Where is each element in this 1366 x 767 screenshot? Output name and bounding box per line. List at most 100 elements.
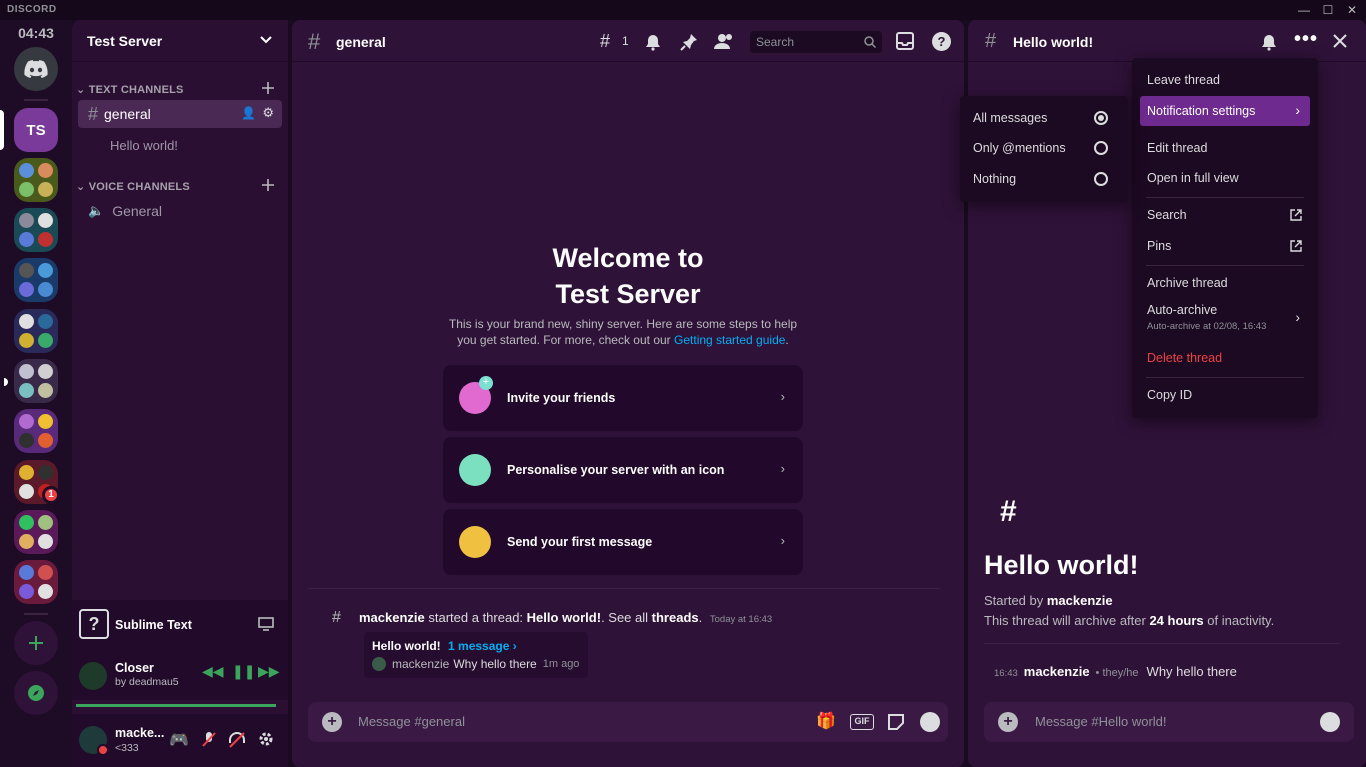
- add-voice-channel-icon[interactable]: [262, 179, 274, 191]
- bell-icon[interactable]: [1260, 33, 1278, 51]
- server-test-server[interactable]: TS: [14, 108, 58, 152]
- gift-icon[interactable]: 🎁: [816, 711, 836, 731]
- category-text-channels[interactable]: ⌄ TEXT CHANNELS: [76, 83, 184, 96]
- maximize-button[interactable]: ☐: [1320, 2, 1336, 18]
- channel-label: general: [104, 106, 151, 122]
- chevron-right-icon: ›: [780, 389, 785, 404]
- notif-all-messages[interactable]: All messages: [966, 103, 1122, 133]
- pin-icon[interactable]: [680, 33, 698, 51]
- voice-channel-general[interactable]: 🔈 General: [78, 197, 282, 225]
- attach-plus-icon[interactable]: +: [998, 712, 1018, 732]
- search-placeholder: Search: [756, 35, 795, 49]
- first-message-card[interactable]: Send your first message ›: [443, 509, 803, 575]
- chevron-right-icon: ›: [1295, 102, 1300, 118]
- getting-started-link[interactable]: Getting started guide: [674, 333, 785, 347]
- chevron-right-icon: ›: [1295, 309, 1300, 325]
- notif-only-mentions[interactable]: Only @mentions: [966, 133, 1122, 163]
- close-icon[interactable]: [1333, 34, 1347, 48]
- channel-general[interactable]: # general 👤 ⚙: [78, 100, 282, 128]
- server-folder-1[interactable]: [14, 158, 58, 202]
- menu-pins[interactable]: Pins: [1140, 231, 1310, 261]
- personalise-server-card[interactable]: Personalise your server with an icon ›: [443, 437, 803, 503]
- threads-icon[interactable]: #: [600, 31, 610, 52]
- home-button[interactable]: [14, 47, 58, 91]
- category-label: TEXT CHANNELS: [88, 84, 184, 96]
- menu-delete-thread[interactable]: Delete thread: [1140, 343, 1310, 373]
- server-folder-8[interactable]: [14, 510, 58, 554]
- thread-hello-world[interactable]: Hello world!: [78, 131, 282, 159]
- more-options-icon[interactable]: •••: [1294, 28, 1318, 51]
- minimize-button[interactable]: —: [1296, 2, 1312, 18]
- auto-archive-subtext: Auto-archive at 02/08, 16:43: [1147, 321, 1267, 332]
- thread-icon: #: [332, 609, 341, 626]
- settings-gear-icon[interactable]: [258, 731, 274, 747]
- menu-leave-thread[interactable]: Leave thread: [1140, 65, 1310, 95]
- welcome-title-line2: Test Server: [555, 279, 701, 309]
- started-by-user[interactable]: mackenzie: [1047, 593, 1113, 608]
- emoji-icon[interactable]: [920, 712, 940, 732]
- headphones-muted-icon[interactable]: [228, 731, 246, 749]
- help-icon[interactable]: ?: [932, 32, 951, 51]
- menu-search[interactable]: Search: [1140, 200, 1310, 230]
- add-server-button[interactable]: [14, 621, 58, 665]
- search-box[interactable]: Search: [750, 31, 882, 53]
- chat-area: # general # 1 Search ? Welcome to Test S…: [292, 20, 964, 767]
- sys-username[interactable]: mackenzie: [359, 610, 425, 625]
- see-all-threads-link[interactable]: threads: [652, 610, 699, 625]
- server-folder-3[interactable]: [14, 258, 58, 302]
- server-folder-9[interactable]: [14, 560, 58, 604]
- welcome-period: .: [785, 333, 789, 347]
- custom-status: <333: [115, 742, 139, 754]
- mic-muted-icon[interactable]: [201, 731, 217, 749]
- menu-copy-id[interactable]: Copy ID: [1140, 380, 1310, 410]
- category-label: VOICE CHANNELS: [88, 181, 190, 193]
- mention-badge: 1: [42, 486, 60, 504]
- server-header[interactable]: Test Server: [72, 20, 288, 62]
- chevron-right-icon: ›: [780, 533, 785, 548]
- menu-notification-settings[interactable]: Notification settings ›: [1140, 96, 1310, 126]
- thread-icon: #: [985, 30, 997, 52]
- message-text: Why hello there: [1146, 664, 1237, 679]
- next-track-button[interactable]: ▶▶: [258, 663, 280, 680]
- channel-title: general: [336, 34, 386, 50]
- menu-edit-thread[interactable]: Edit thread: [1140, 133, 1310, 163]
- explore-button[interactable]: [14, 671, 58, 715]
- preview-message-count[interactable]: 1 message ›: [448, 639, 517, 653]
- server-folder-5[interactable]: [14, 359, 58, 403]
- category-voice-channels[interactable]: ⌄ VOICE CHANNELS: [76, 180, 190, 193]
- gif-icon[interactable]: GIF: [850, 714, 874, 730]
- bell-icon[interactable]: [644, 33, 662, 51]
- status-dnd-icon: [97, 744, 109, 756]
- members-icon[interactable]: [714, 33, 734, 49]
- attach-plus-icon[interactable]: +: [322, 712, 342, 732]
- thread-preview[interactable]: Hello world! 1 message › mackenzie Why h…: [364, 632, 588, 678]
- message-time: 16:43: [994, 668, 1018, 679]
- invite-icon[interactable]: 👤: [241, 106, 256, 120]
- gear-icon[interactable]: ⚙: [262, 105, 274, 121]
- emoji-icon[interactable]: [1320, 712, 1340, 732]
- message-input[interactable]: + Message #general 🎁 GIF: [308, 702, 948, 742]
- inbox-icon[interactable]: [896, 32, 914, 50]
- thread-message: 16:43 mackenzie • they/he Why hello ther…: [994, 664, 1237, 679]
- pause-button[interactable]: ❚❚: [232, 663, 255, 680]
- server-folder-6[interactable]: [14, 409, 58, 453]
- controller-icon[interactable]: 🎮: [169, 730, 189, 750]
- sys-thread-name[interactable]: Hello world!: [527, 610, 601, 625]
- server-folder-4[interactable]: [14, 309, 58, 353]
- menu-auto-archive[interactable]: Auto-archive Auto-archive at 02/08, 16:4…: [1140, 298, 1310, 338]
- server-folder-2[interactable]: [14, 208, 58, 252]
- screen-share-icon[interactable]: [258, 617, 274, 631]
- notif-nothing[interactable]: Nothing: [966, 164, 1122, 194]
- add-channel-icon[interactable]: [262, 82, 274, 94]
- menu-archive-thread[interactable]: Archive thread: [1140, 268, 1310, 298]
- thread-message-input[interactable]: + Message #Hello world!: [984, 702, 1354, 742]
- previous-track-button[interactable]: ◀◀: [202, 663, 224, 680]
- invite-friends-card[interactable]: + Invite your friends ›: [443, 365, 803, 431]
- message-user[interactable]: mackenzie: [1024, 664, 1090, 679]
- menu-open-full-view[interactable]: Open in full view: [1140, 163, 1310, 193]
- card-label: Personalise your server with an icon: [507, 463, 725, 477]
- app-brand: DISCORD: [7, 4, 57, 15]
- sticker-icon[interactable]: [887, 713, 905, 731]
- thread-label: Hello world!: [110, 137, 178, 153]
- close-window-button[interactable]: ✕: [1344, 2, 1360, 18]
